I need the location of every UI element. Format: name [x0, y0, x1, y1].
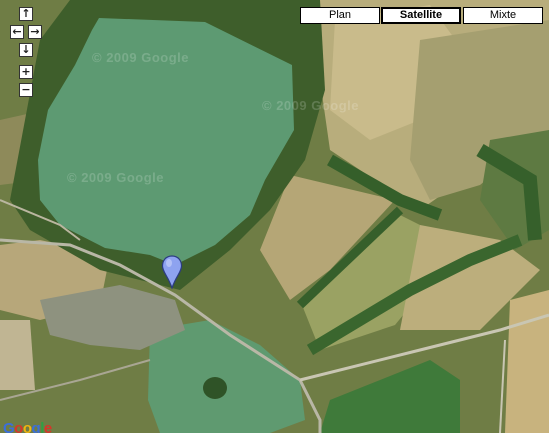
copyright-watermark: © 2009 Google: [92, 50, 189, 65]
logo-letter: o: [14, 420, 23, 433]
map-type-plan-button[interactable]: Plan: [300, 7, 380, 24]
pan-up-button[interactable]: ↑: [19, 7, 33, 21]
satellite-map[interactable]: © 2009 Google © 2009 Google © 2009 Googl…: [0, 0, 549, 433]
copyright-watermark: © 2009 Google: [262, 98, 359, 113]
zoom-out-button[interactable]: −: [19, 83, 33, 97]
logo-letter: o: [22, 420, 32, 433]
google-logo[interactable]: Google: [3, 420, 52, 433]
pan-left-button[interactable]: ←: [10, 25, 24, 39]
map-type-mixte-button[interactable]: Mixte: [463, 7, 543, 24]
zoom-in-button[interactable]: +: [19, 65, 33, 79]
logo-letter: G: [3, 420, 15, 433]
pan-down-button[interactable]: ↓: [19, 43, 33, 57]
logo-letter: g: [31, 420, 41, 433]
location-marker-icon[interactable]: [161, 255, 183, 289]
map-type-satellite-button[interactable]: Satellite: [381, 7, 461, 24]
copyright-watermark: © 2009 Google: [67, 170, 164, 185]
pan-right-button[interactable]: →: [28, 25, 42, 39]
satellite-imagery: [0, 0, 549, 433]
logo-letter: e: [43, 420, 52, 433]
